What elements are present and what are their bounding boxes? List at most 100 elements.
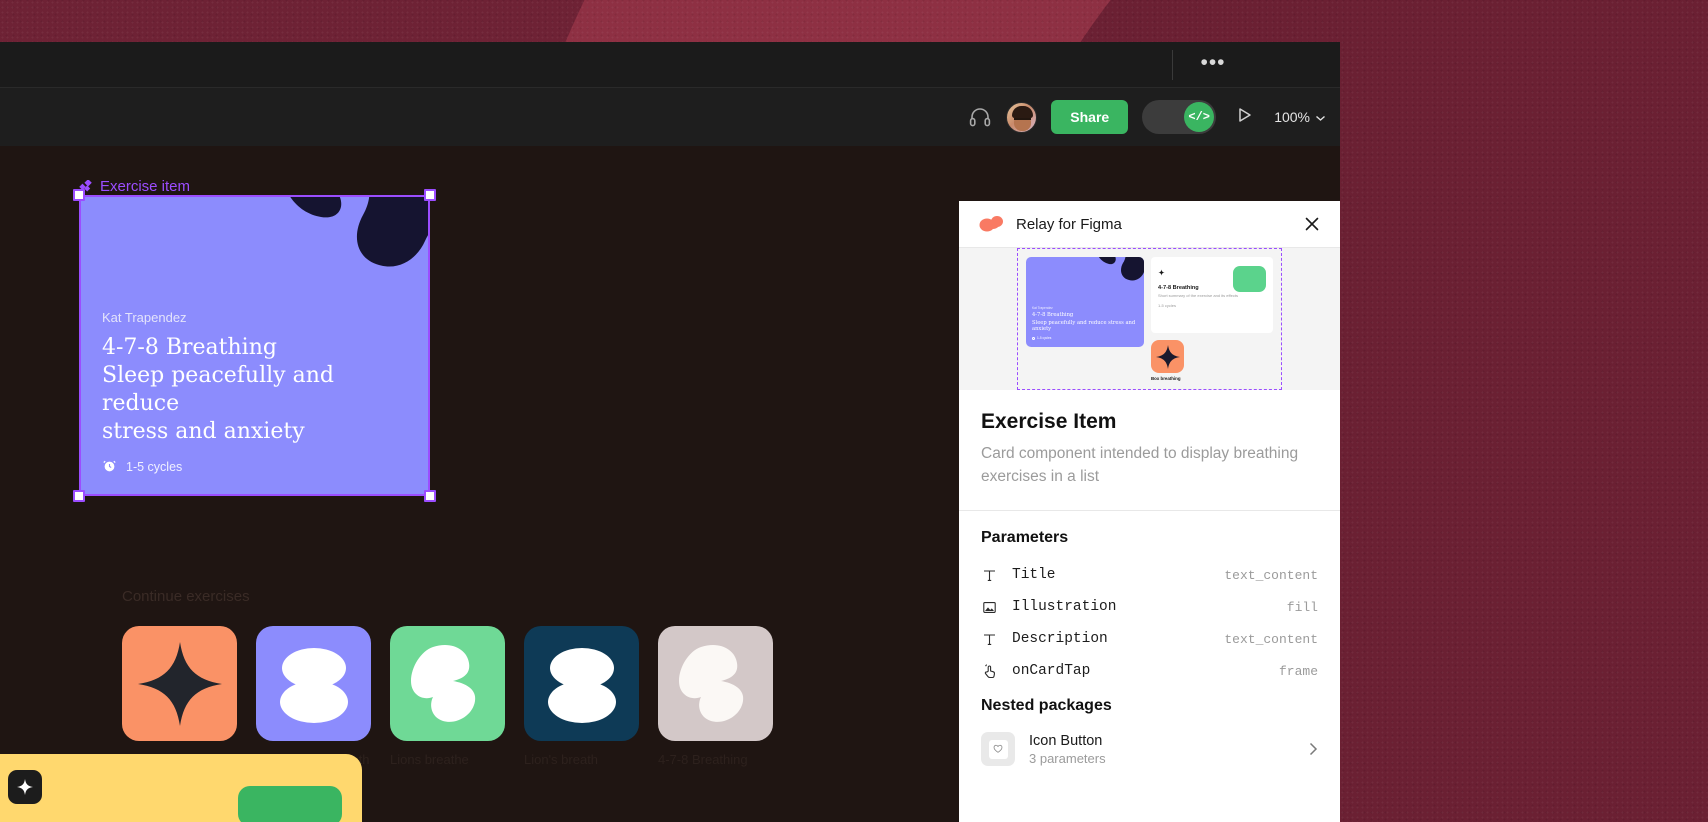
tab-separator — [1172, 50, 1173, 80]
continue-exercises-title: Continue exercises — [122, 588, 250, 605]
relay-plugin-panel: Relay for Figma Kat Trapendez 4-7-8 Brea… — [959, 201, 1340, 822]
parameters-section: Parameters Title text_content Illustrati… — [959, 511, 1340, 687]
list-item[interactable]: 4-7-8 Breathing — [658, 626, 773, 768]
text-type-icon — [981, 632, 998, 647]
parameter-name: onCardTap — [1012, 663, 1091, 679]
preview-info-description: Short summary of the exercise and its ef… — [1158, 293, 1238, 298]
parameter-type: text_content — [1224, 567, 1318, 583]
page-title: Exercise Item — [981, 410, 1117, 433]
text-type-icon — [981, 568, 998, 583]
component-description: Card component intended to display breat… — [981, 445, 1299, 485]
parameter-row-description[interactable]: Description text_content — [981, 623, 1318, 655]
parameter-name: Title — [1012, 567, 1056, 583]
figma-window: ••• Share </> 100% Exercise item Kat Tra… — [0, 42, 1340, 822]
preview-alarm-clock-icon — [1032, 336, 1035, 340]
code-brackets-icon: </> — [1184, 102, 1215, 132]
nested-package-text: Icon Button 3 parameters — [1029, 733, 1295, 766]
parameter-row-illustration[interactable]: Illustration fill — [981, 591, 1318, 623]
preview-info-card: 4-7-8 Breathing Short summary of the exe… — [1151, 257, 1273, 333]
plugin-header: Relay for Figma — [959, 201, 1340, 248]
window-titlebar: ••• — [0, 42, 1340, 88]
list-item[interactable]: Lions breathe — [390, 626, 505, 768]
list-item[interactable]: Lion's breath — [524, 626, 639, 768]
ellipsis-horizontal-icon[interactable]: ••• — [1196, 52, 1230, 78]
nested-package-sub: 3 parameters — [1029, 750, 1106, 766]
list-item[interactable]: Box breathing — [122, 626, 237, 768]
avatar[interactable] — [1006, 101, 1038, 133]
selection-edge-top — [79, 195, 430, 197]
preview-tile-label: Box breathing — [1151, 376, 1181, 381]
exercise-tile-lions-breath[interactable] — [524, 626, 639, 741]
preview-green-button — [1233, 266, 1266, 292]
nested-package-name: Icon Button — [1029, 732, 1103, 749]
exercise-label: 4-7-8 Breathing — [658, 752, 748, 767]
frame-label[interactable]: Exercise item — [79, 178, 190, 195]
resize-handle-bottom-right[interactable] — [424, 490, 436, 502]
component-preview-area: Kat Trapendez 4-7-8 Breathing Sleep peac… — [959, 248, 1340, 390]
frame-label-text: Exercise item — [100, 178, 191, 195]
star-shape-icon — [137, 641, 222, 726]
preview-sparkle-icon — [1158, 269, 1165, 276]
preview-info-meta: 1-5 cycles — [1158, 303, 1177, 309]
close-icon[interactable] — [1302, 214, 1322, 234]
preview-star-icon — [1155, 344, 1180, 369]
preview-right-column: 4-7-8 Breathing Short summary of the exe… — [1151, 257, 1273, 381]
continue-exercises-section: Continue exercises Box breathing — [122, 588, 773, 768]
nested-packages-section: Nested packages Icon Button 3 parameters — [959, 687, 1340, 773]
component-info-section: Exercise Item Card component intended to… — [959, 390, 1340, 511]
resize-handle-top-left[interactable] — [73, 189, 85, 201]
preview-tile-group: Box breathing — [1151, 340, 1273, 381]
preview-card-meta: 1-5 cycles — [1032, 336, 1139, 340]
selection-edge-bottom — [79, 494, 430, 496]
preview-frame: Kat Trapendez 4-7-8 Breathing Sleep peac… — [1017, 248, 1282, 390]
list-item[interactable]: Icon Button 3 parameters — [981, 725, 1318, 773]
selection-frame — [73, 189, 436, 502]
preview-card-author: Kat Trapendez — [1032, 306, 1053, 311]
parameter-name: Description — [1012, 631, 1108, 647]
preview-card-text: Kat Trapendez 4-7-8 Breathing Sleep peac… — [1032, 306, 1139, 340]
preview-card-meta-text: 1-5 cycles — [1037, 336, 1052, 340]
preview-card-subtitle: Sleep peacefully and reduce stress and a… — [1032, 319, 1136, 333]
image-icon — [981, 600, 998, 615]
preview-card-title: 4-7-8 Breathing — [1032, 311, 1074, 318]
tap-hand-icon — [981, 663, 998, 679]
list-item[interactable]: Shining skull breath — [256, 626, 371, 768]
avatar-glasses — [1014, 117, 1032, 123]
chevron-down-icon — [1315, 109, 1326, 125]
bottom-green-pill[interactable] — [238, 786, 342, 822]
play-icon[interactable] — [1230, 105, 1258, 130]
parameter-type: fill — [1286, 599, 1318, 615]
parameter-row-title[interactable]: Title text_content — [981, 559, 1318, 591]
sparkle-icon[interactable] — [8, 770, 42, 804]
nested-packages-heading: Nested packages — [981, 697, 1112, 714]
parameter-row-oncardtap[interactable]: onCardTap frame — [981, 655, 1318, 687]
zoom-level-label: 100% — [1274, 109, 1310, 125]
preview-card-blob — [1098, 257, 1144, 281]
exercise-tile-shining-skull-breath[interactable] — [256, 626, 371, 741]
exercise-tile-478-breathing[interactable] — [658, 626, 773, 741]
preview-orange-tile — [1151, 340, 1184, 373]
exercise-tile-box-breathing[interactable] — [122, 626, 237, 741]
splash-blob-shape-icon — [410, 644, 475, 722]
headphones-icon[interactable] — [968, 105, 992, 129]
exercise-label: Lion's breath — [524, 752, 599, 767]
resize-handle-top-right[interactable] — [424, 189, 436, 201]
exercise-label: Lions breathe — [390, 752, 469, 767]
relay-logo-icon — [979, 215, 1005, 233]
parameter-type: frame — [1278, 663, 1318, 679]
zoom-control[interactable]: 100% — [1272, 109, 1326, 125]
plugin-title: Relay for Figma — [1016, 215, 1122, 233]
splash-blob-shape-icon — [678, 644, 743, 722]
share-button[interactable]: Share — [1051, 100, 1129, 134]
nested-package-thumbnail — [981, 732, 1015, 766]
dev-mode-toggle[interactable]: </> — [1142, 100, 1217, 134]
selection-edge-left — [79, 195, 81, 496]
bottom-yellow-panel[interactable] — [0, 754, 362, 822]
parameters-heading: Parameters — [981, 529, 1069, 546]
exercise-thumbnail-row: Box breathing Shining skull breath — [122, 626, 773, 768]
exercise-tile-lions-breathe[interactable] — [390, 626, 505, 741]
chevron-right-icon[interactable] — [1309, 742, 1318, 756]
resize-handle-bottom-left[interactable] — [73, 490, 85, 502]
parameter-type: text_content — [1224, 631, 1318, 647]
heart-icon — [988, 739, 1008, 759]
